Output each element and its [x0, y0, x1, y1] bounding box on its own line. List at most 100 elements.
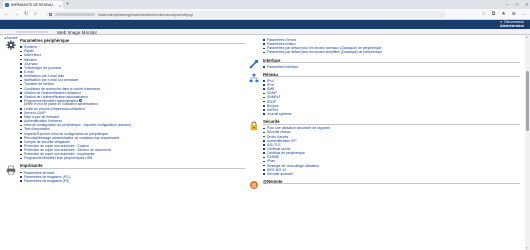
- bullet-icon: [20, 58, 22, 61]
- gear-icon: [5, 39, 16, 50]
- bullet-icon: [20, 157, 22, 160]
- favorites-icon[interactable]: ★: [501, 11, 505, 17]
- bullet-icon: [263, 164, 265, 167]
- settings-link-label: Paramètres par défaut pour les écrans si…: [266, 50, 383, 55]
- back-arrow-icon[interactable]: ←: [4, 11, 9, 17]
- scroll-down-icon[interactable]: ▾: [526, 246, 528, 250]
- bullet-icon: [20, 176, 22, 178]
- network-icon: [248, 73, 259, 84]
- bullet-icon: [20, 180, 22, 182]
- home-icon[interactable]: ⌂: [34, 11, 37, 17]
- bullet-icon: [20, 145, 22, 147]
- bullet-icon: [20, 141, 22, 143]
- user-name: Administrateur: [499, 23, 524, 28]
- bullet-icon: [20, 50, 22, 53]
- minimize-button[interactable]: –: [506, 2, 509, 7]
- bullet-icon: [20, 75, 22, 77]
- section-title: Sécurité: [263, 119, 520, 125]
- bullet-icon: [20, 107, 22, 110]
- settings-section: Paramètres d'envoi Paramètres initiaux Par…: [248, 38, 520, 55]
- settings-link[interactable]: Paramètres par défaut pour les écrans si…: [263, 50, 520, 54]
- bullet-icon: [20, 79, 22, 82]
- bullet-icon: [263, 168, 265, 171]
- bullet-icon: [263, 144, 265, 146]
- bullet-icon: [20, 153, 22, 156]
- settings-link[interactable]: Programmer/Modifier liste périphériques …: [20, 156, 245, 160]
- page-scrollbar[interactable]: ▴ ▾: [525, 35, 530, 250]
- settings-link[interactable]: Paramètres de magasins (PS): [20, 179, 245, 183]
- browser-extension-icons: ☆ ⧉ ★ ⊕ …: [481, 11, 527, 17]
- lock-icon: [248, 120, 259, 131]
- bullet-icon: [263, 39, 265, 41]
- bullet-icon: [263, 139, 265, 142]
- settings-link[interactable]: Journal système: [263, 112, 520, 116]
- url-bar[interactable]: /wkeh/cntl/mfp/webmgr/machine/webui/moni…: [46, 11, 446, 18]
- bullet-icon: [263, 113, 265, 115]
- bullet-icon: [263, 100, 265, 103]
- bullet-icon: [263, 109, 265, 111]
- svg-text:@: @: [251, 183, 256, 189]
- settings-link[interactable]: Paramètres interface: [263, 65, 520, 69]
- favicon-icon: [5, 3, 9, 7]
- bullet-icon: [263, 80, 265, 82]
- settings-link-label: Journal système: [266, 112, 292, 117]
- bullet-icon: [263, 152, 265, 154]
- browser-tab-bar: IMPRIMANTE DE RESEAU - Web × + – □ ×: [0, 0, 530, 9]
- header-decoration: [16, 31, 48, 33]
- bullet-icon: [20, 100, 22, 102]
- forward-arrow-icon[interactable]: →: [14, 11, 19, 17]
- browser-toolbar: ← → ↻ ⌂ /wkeh/cntl/mfp/webmgr/machine/we…: [0, 9, 530, 20]
- settings-link-label: Paramètres interface: [266, 64, 299, 69]
- bullet-icon: [20, 149, 22, 151]
- close-window-button[interactable]: ×: [525, 2, 528, 7]
- printer-icon: [5, 164, 16, 175]
- bullet-icon: [263, 84, 265, 86]
- scroll-thumb[interactable]: [526, 71, 529, 131]
- section-title: Réseau: [263, 72, 520, 78]
- interface-icon: [248, 59, 259, 70]
- bullet-icon: [263, 92, 265, 95]
- remote-icon: @: [248, 180, 259, 191]
- section-title: Interface: [263, 58, 520, 64]
- bullet-icon: [263, 148, 265, 150]
- tab-close-icon[interactable]: ×: [59, 3, 61, 8]
- bullet-icon: [263, 127, 265, 130]
- split-screen-icon[interactable]: ⧉: [492, 11, 496, 17]
- bullet-icon: [20, 83, 22, 86]
- bullet-icon: [263, 173, 265, 175]
- settings-link-label: Programmer/Modifier liste périphériques …: [23, 156, 93, 161]
- left-column: Paramètres périphérique Système Papier Date…: [5, 38, 245, 186]
- bullet-icon: [20, 46, 22, 48]
- maximize-button[interactable]: □: [516, 2, 519, 7]
- bullet-icon: [20, 96, 22, 98]
- bullet-icon: [20, 91, 22, 94]
- favorite-star-icon[interactable]: ☆: [481, 11, 485, 17]
- section-title: @Remote: [263, 179, 520, 185]
- bullet-icon: [263, 88, 265, 91]
- bullet-icon: [263, 105, 265, 107]
- bullet-icon: [20, 120, 22, 122]
- bullet-icon: [20, 171, 22, 174]
- reload-icon[interactable]: ↻: [24, 11, 28, 17]
- bullet-icon: [20, 54, 22, 57]
- section-title: Imprimante: [20, 163, 245, 169]
- bullet-icon: [263, 160, 265, 163]
- section-title: Paramètres périphérique: [20, 38, 245, 44]
- settings-link[interactable]: Sécurité avancée: [263, 172, 520, 176]
- bullet-icon: [263, 65, 265, 68]
- lock-icon: [49, 13, 52, 16]
- new-tab-button[interactable]: +: [66, 1, 69, 7]
- settings-link-label: Sécurité avancée: [266, 171, 294, 176]
- settings-section: Paramètres périphérique Système Papier Date…: [5, 38, 245, 160]
- sub-header: Web Image Monitor: [0, 29, 530, 35]
- settings-section: Imprimante Paramètres de base Paramètres d…: [5, 163, 245, 183]
- bullet-icon: [263, 96, 265, 99]
- browser-tab[interactable]: IMPRIMANTE DE RESEAU - Web ×: [3, 1, 63, 9]
- bullet-icon: [20, 116, 22, 118]
- extensions-icon[interactable]: ⊕: [512, 11, 516, 17]
- bullet-icon: [263, 156, 265, 159]
- scroll-up-icon[interactable]: ▴: [526, 35, 528, 39]
- more-menu-icon[interactable]: …: [522, 11, 527, 17]
- settings-section: Interface Paramètres interface: [248, 58, 520, 69]
- monitor-title: Web Image Monitor: [57, 29, 98, 35]
